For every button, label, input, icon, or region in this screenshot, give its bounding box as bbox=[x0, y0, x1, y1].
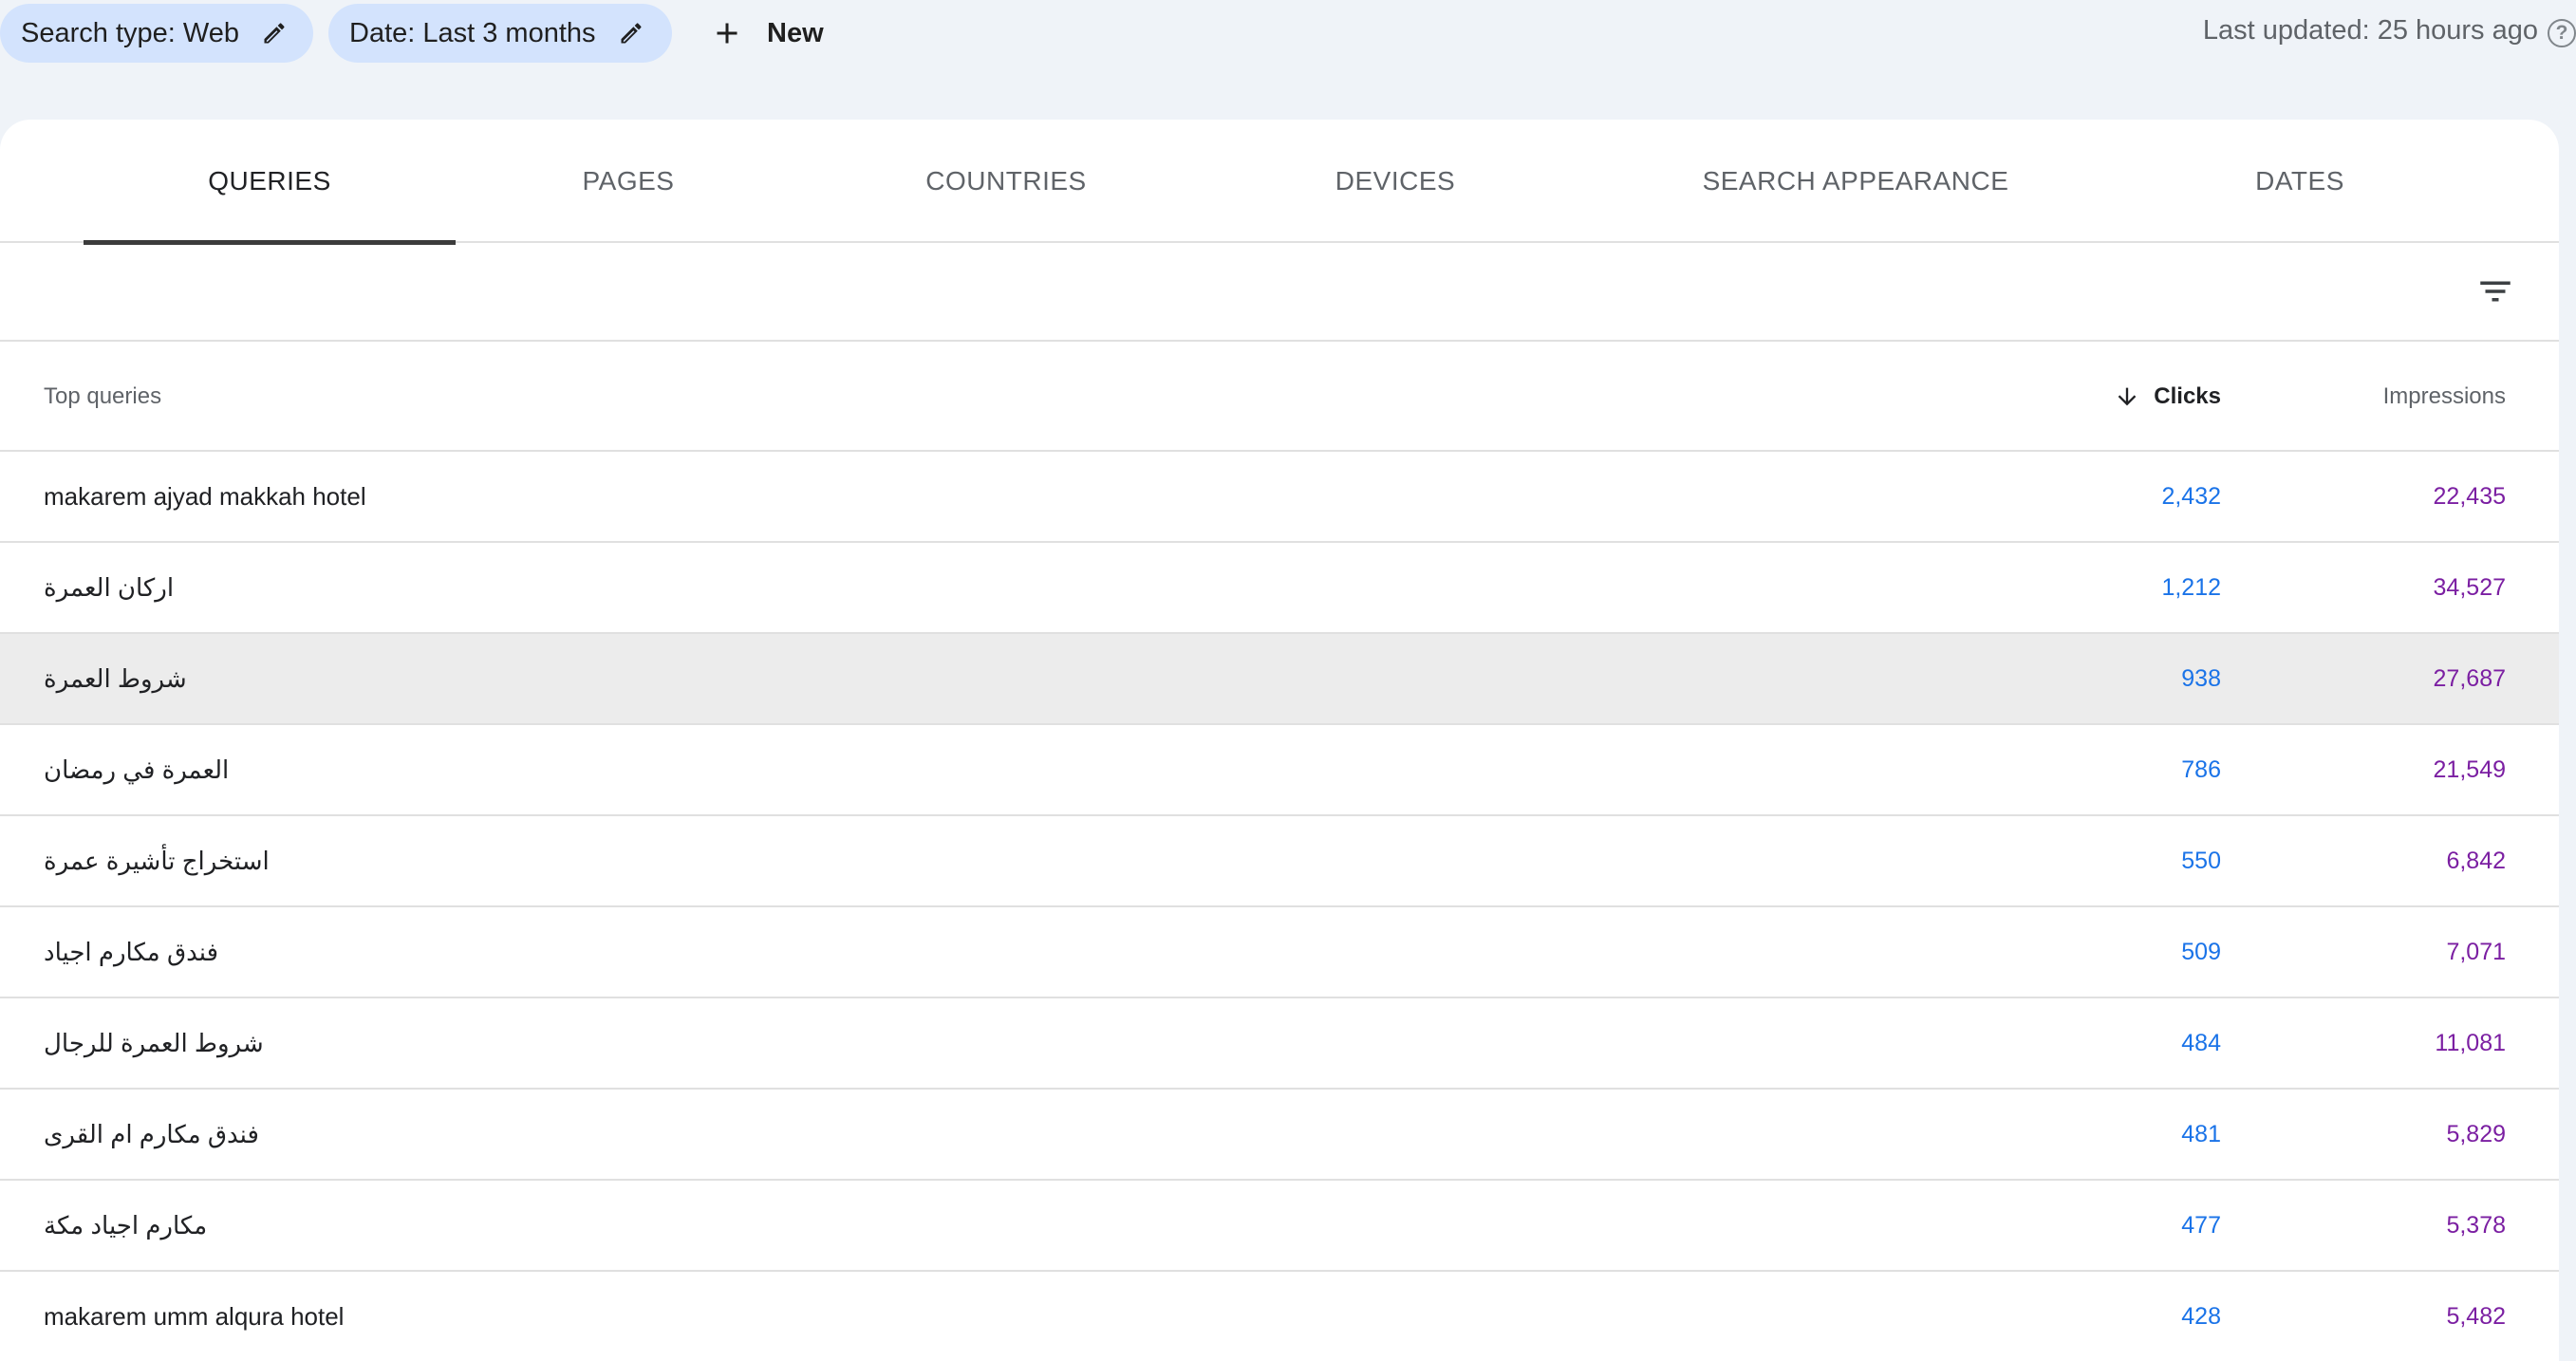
query-cell: فندق مكارم ام القرى bbox=[44, 1120, 259, 1148]
clicks-cell: 550 bbox=[2181, 848, 2221, 874]
impressions-cell: 34,527 bbox=[2433, 574, 2506, 601]
impressions-cell: 5,829 bbox=[2446, 1121, 2506, 1147]
last-updated-text: Last updated: 25 hours ago bbox=[2202, 15, 2538, 46]
clicks-cell: 786 bbox=[2181, 756, 2221, 783]
query-cell: شروط العمرة للرجال bbox=[44, 1029, 264, 1057]
pencil-icon[interactable] bbox=[617, 19, 645, 47]
impressions-cell: 11,081 bbox=[2435, 1030, 2506, 1056]
query-cell: makarem ajyad makkah hotel bbox=[44, 482, 366, 511]
impressions-cell: 5,482 bbox=[2446, 1303, 2506, 1330]
clicks-cell: 509 bbox=[2181, 939, 2221, 965]
pencil-icon[interactable] bbox=[260, 19, 289, 47]
clicks-cell: 428 bbox=[2181, 1303, 2221, 1330]
new-filter-label: New bbox=[767, 17, 824, 48]
impressions-cell: 5,378 bbox=[2446, 1212, 2506, 1239]
query-cell: العمرة في رمضان bbox=[44, 755, 230, 784]
table-row[interactable]: makarem ajyad makkah hotel 2,432 22,435 bbox=[0, 452, 2559, 543]
tab-dates[interactable]: DATES bbox=[2183, 120, 2417, 243]
query-cell: استخراج تأشيرة عمرة bbox=[44, 847, 270, 875]
tab-queries[interactable]: QUERIES bbox=[84, 120, 456, 245]
impressions-cell: 27,687 bbox=[2433, 665, 2506, 692]
table-body: makarem ajyad makkah hotel 2,432 22,435 … bbox=[0, 452, 2559, 1361]
query-cell: شروط العمرة bbox=[44, 664, 187, 693]
table-row[interactable]: مكارم اجياد مكة 477 5,378 bbox=[0, 1181, 2559, 1272]
query-cell: makarem umm alqura hotel bbox=[44, 1302, 345, 1331]
clicks-cell: 484 bbox=[2181, 1030, 2221, 1056]
date-chip[interactable]: Date: Last 3 months bbox=[328, 4, 672, 63]
table-header: Top queries Clicks Impressions bbox=[0, 342, 2559, 452]
tab-pages[interactable]: PAGES bbox=[513, 120, 744, 243]
table-row[interactable]: العمرة في رمضان 786 21,549 bbox=[0, 725, 2559, 816]
dimension-tabs: QUERIES PAGES COUNTRIES DEVICES SEARCH A… bbox=[0, 120, 2559, 245]
table-row[interactable]: اركان العمرة 1,212 34,527 bbox=[0, 543, 2559, 634]
tab-devices[interactable]: DEVICES bbox=[1253, 120, 1538, 243]
table-row[interactable]: فندق مكارم اجياد 509 7,071 bbox=[0, 907, 2559, 998]
filter-list-icon[interactable] bbox=[2475, 271, 2515, 311]
clicks-cell: 1,212 bbox=[2161, 574, 2221, 601]
table-row[interactable]: شروط العمرة للرجال 484 11,081 bbox=[0, 998, 2559, 1090]
search-type-label: Search type: Web bbox=[21, 17, 239, 48]
table-filter-row bbox=[0, 243, 2559, 342]
performance-table-card: QUERIES PAGES COUNTRIES DEVICES SEARCH A… bbox=[0, 120, 2559, 1361]
tab-countries[interactable]: COUNTRIES bbox=[854, 120, 1158, 243]
table-row[interactable]: makarem umm alqura hotel 428 5,482 bbox=[0, 1272, 2559, 1361]
query-cell: اركان العمرة bbox=[44, 573, 175, 602]
search-type-chip[interactable]: Search type: Web bbox=[0, 4, 313, 63]
table-row[interactable]: فندق مكارم ام القرى 481 5,829 bbox=[0, 1090, 2559, 1181]
clicks-cell: 938 bbox=[2181, 665, 2221, 692]
header-top-queries[interactable]: Top queries bbox=[44, 342, 161, 452]
new-filter-button[interactable]: New bbox=[700, 4, 833, 63]
header-impressions[interactable]: Impressions bbox=[2383, 342, 2506, 452]
arrow-down-icon bbox=[2118, 387, 2137, 406]
clicks-cell: 477 bbox=[2181, 1212, 2221, 1239]
header-clicks-label: Clicks bbox=[2154, 383, 2221, 409]
query-cell: فندق مكارم اجياد bbox=[44, 938, 219, 966]
impressions-cell: 22,435 bbox=[2433, 483, 2506, 510]
impressions-cell: 7,071 bbox=[2446, 939, 2506, 965]
impressions-cell: 6,842 bbox=[2446, 848, 2506, 874]
impressions-cell: 21,549 bbox=[2433, 756, 2506, 783]
header-clicks[interactable]: Clicks bbox=[2114, 342, 2221, 452]
tab-search-appearance[interactable]: SEARCH APPEARANCE bbox=[1671, 120, 2041, 243]
filter-bar: Search type: Web Date: Last 3 months New… bbox=[0, 0, 2576, 70]
plus-icon bbox=[717, 23, 737, 44]
date-label: Date: Last 3 months bbox=[349, 17, 596, 48]
query-cell: مكارم اجياد مكة bbox=[44, 1211, 208, 1240]
table-row[interactable]: شروط العمرة 938 27,687 bbox=[0, 634, 2559, 725]
help-circle-icon[interactable]: ? bbox=[2548, 19, 2576, 47]
clicks-cell: 2,432 bbox=[2161, 483, 2221, 510]
clicks-cell: 481 bbox=[2181, 1121, 2221, 1147]
table-row[interactable]: استخراج تأشيرة عمرة 550 6,842 bbox=[0, 816, 2559, 907]
